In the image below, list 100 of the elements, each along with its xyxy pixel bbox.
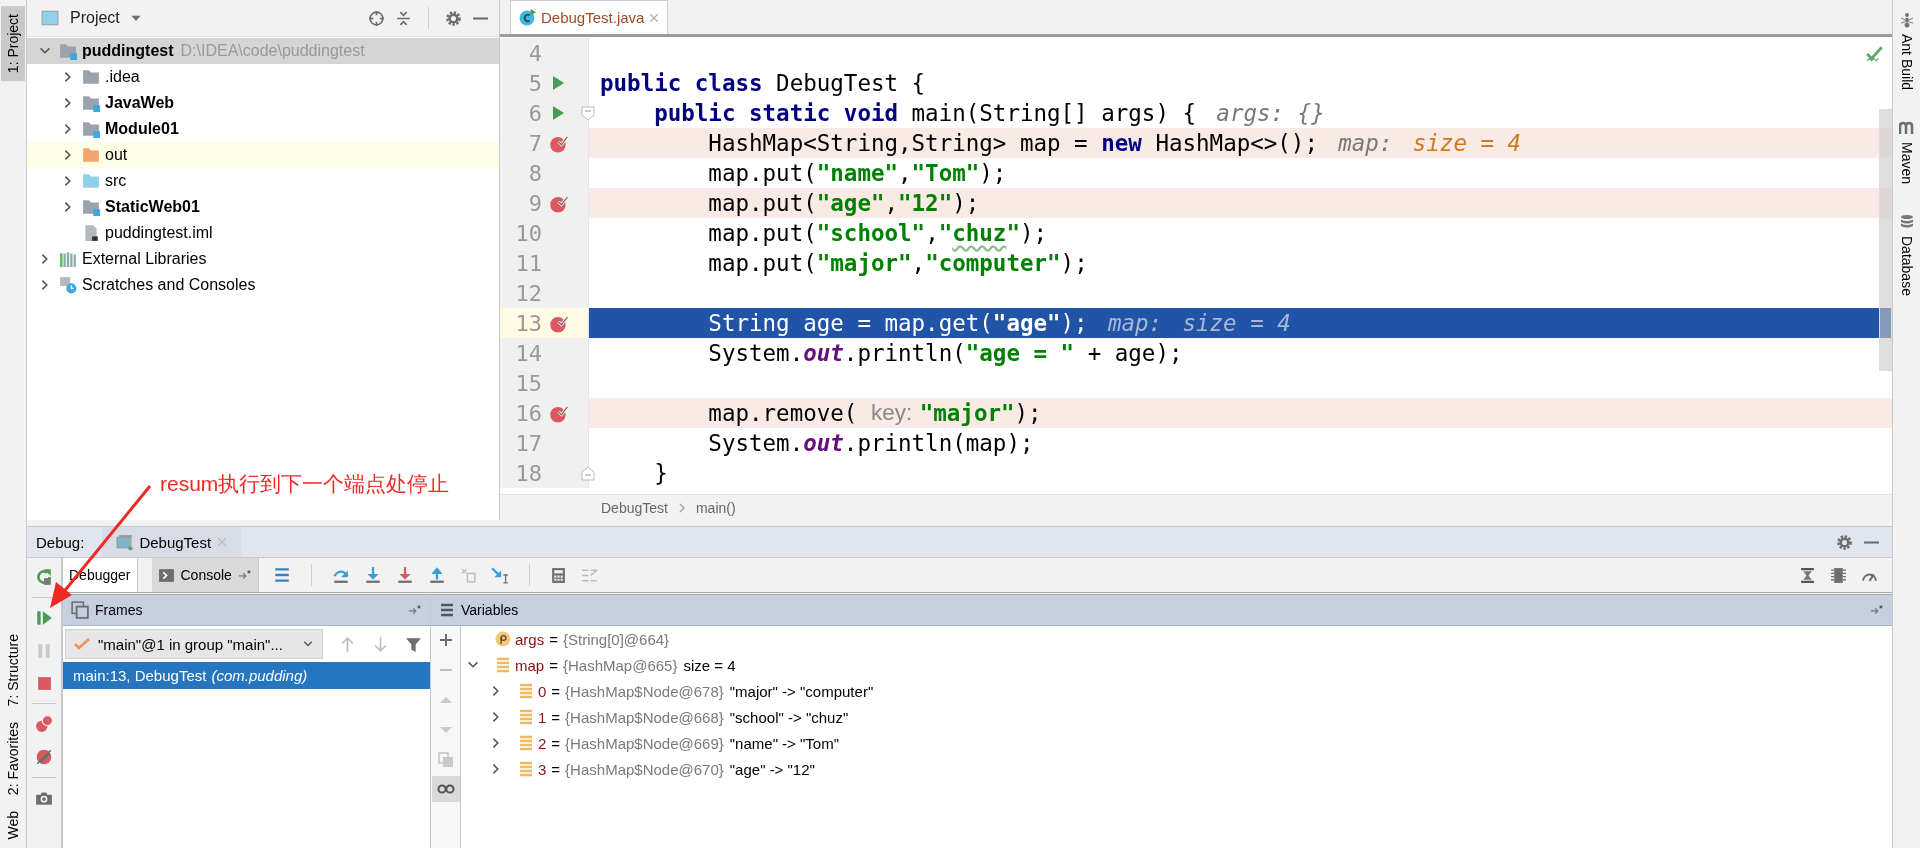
library-icon <box>59 250 77 268</box>
code-line: System.out.println(map); <box>707 429 1035 458</box>
run-icon[interactable] <box>550 105 566 121</box>
field-icon <box>518 761 534 777</box>
line-number: 15 <box>514 370 542 396</box>
module-folder-icon <box>82 198 100 216</box>
file-icon <box>82 224 100 242</box>
code-line: public static void main(String[] args) { args: {} <box>653 99 1326 128</box>
breakpoint-icon[interactable] <box>548 403 568 423</box>
project-path: D:\IDEA\code\puddingtest <box>180 42 365 60</box>
step-into-icon[interactable] <box>363 566 382 584</box>
locate-icon[interactable] <box>368 9 385 27</box>
tree-item[interactable]: Scratches and Consoles <box>27 272 499 298</box>
line-number: 13 <box>514 310 542 336</box>
line-number: 6 <box>527 100 542 126</box>
camera-icon[interactable] <box>35 789 53 807</box>
restore-layout-icon[interactable] <box>1799 566 1816 584</box>
memory-icon[interactable] <box>1830 566 1847 584</box>
variable-row[interactable]: 1 = {HashMap$Node@668} "school" -> "chuz" <box>461 704 1892 730</box>
breakpoint-icon[interactable] <box>548 313 568 333</box>
panel-title[interactable]: Project <box>70 9 120 27</box>
tool-window-tab[interactable]: Ant Build <box>1898 34 1915 91</box>
check-icon <box>74 636 90 652</box>
settings-icon[interactable] <box>1836 533 1853 551</box>
wave-icon[interactable] <box>1898 120 1915 137</box>
variable-row[interactable]: 2 = {HashMap$Node@669} "name" -> "Tom" <box>461 730 1892 756</box>
variable-row[interactable]: 0 = {HashMap$Node@678} "major" -> "computer" <box>461 678 1892 704</box>
menu-icon[interactable] <box>272 566 291 584</box>
settings-icon[interactable] <box>445 9 462 27</box>
tree-item[interactable]: Module01 <box>27 116 499 142</box>
pane-title: Variables <box>461 602 519 618</box>
module-folder-icon <box>82 120 100 138</box>
check-icon[interactable] <box>1866 45 1884 63</box>
tree-item[interactable]: .idea <box>27 64 499 90</box>
pin-icon[interactable] <box>1870 603 1884 617</box>
field-icon <box>518 735 534 751</box>
frame-item[interactable]: main:13, DebugTest (com.pudding) <box>63 662 430 689</box>
tool-window-tab[interactable]: Database <box>1898 236 1915 296</box>
tool-window-tab[interactable]: 7: Structure <box>1 625 25 715</box>
tree-item[interactable]: src <box>27 168 499 194</box>
tool-window-tab[interactable]: 2: Favorites <box>1 714 25 804</box>
debugger-tab[interactable]: Console <box>151 558 259 592</box>
line-number: 11 <box>514 250 542 276</box>
calculator-icon[interactable] <box>549 566 567 584</box>
breadcrumb[interactable]: main() <box>695 499 736 516</box>
force-step-into-icon[interactable] <box>395 566 414 584</box>
tree-item[interactable]: puddingtest.iml <box>27 220 499 246</box>
tree-item[interactable]: External Libraries <box>27 246 499 272</box>
folder-icon <box>82 146 100 164</box>
breakpoints-icon[interactable] <box>35 715 53 733</box>
line-number: 12 <box>514 280 542 306</box>
parameter-icon <box>495 631 511 647</box>
tree-item[interactable]: JavaWeb <box>27 90 499 116</box>
session-tab[interactable]: DebugTest <box>102 527 242 557</box>
pin-icon[interactable] <box>408 603 422 617</box>
filter-icon[interactable] <box>405 635 422 653</box>
tool-window-tab[interactable]: 1: Project <box>1 6 25 82</box>
line-number: 9 <box>527 190 542 216</box>
step-out-icon[interactable] <box>427 566 446 584</box>
tool-window-tab[interactable]: Web <box>1 803 25 848</box>
line-number: 17 <box>514 430 542 456</box>
run-to-cursor-icon[interactable] <box>490 566 509 584</box>
ant-icon[interactable] <box>1898 12 1915 28</box>
line-number: 16 <box>514 400 542 426</box>
module-folder-icon <box>82 94 100 112</box>
variable-row[interactable]: 3 = {HashMap$Node@670} "age" -> "12" <box>461 756 1892 782</box>
glasses-icon[interactable] <box>431 776 460 802</box>
line-number: 5 <box>527 70 542 96</box>
console-icon <box>157 566 175 584</box>
tree-item[interactable]: out <box>27 142 499 168</box>
line-number: 14 <box>514 340 542 366</box>
line-number: 7 <box>527 130 542 156</box>
close-icon[interactable] <box>649 12 660 23</box>
breakpoint-icon[interactable] <box>548 193 568 213</box>
resume-icon[interactable] <box>35 609 53 627</box>
stop-icon[interactable] <box>35 675 53 692</box>
line-number: 4 <box>527 40 542 66</box>
rerun-icon[interactable] <box>35 568 53 586</box>
line-number: 10 <box>514 220 542 246</box>
panel-icon <box>40 9 60 27</box>
scrollbar-thumb[interactable] <box>1879 109 1892 371</box>
breadcrumb[interactable]: DebugTest <box>601 499 668 516</box>
code-line: System.out.println("age = " + age); <box>707 339 1184 368</box>
pane-title: Frames <box>95 602 143 618</box>
thread-dropdown[interactable]: "main"@1 in group "main"... <box>65 629 323 659</box>
tree-item[interactable]: StaticWeb01 <box>27 194 499 220</box>
variable-row[interactable]: map = {HashMap@665} size = 4 <box>461 652 1892 678</box>
folder-icon <box>82 172 100 190</box>
variable-row[interactable]: args = {String[0]@664} <box>461 626 1892 652</box>
editor-tab[interactable]: DebugTest.java <box>510 0 669 34</box>
panel-title: Debug: <box>36 533 85 551</box>
tree-item[interactable]: puddingtest D:\IDEA\code\puddingtest <box>27 38 499 64</box>
mute-breakpoints-icon[interactable] <box>35 748 53 766</box>
pin-icon[interactable] <box>237 568 252 582</box>
code-line: public class DebugTest { <box>599 69 927 98</box>
breakpoint-icon[interactable] <box>548 133 568 153</box>
run-icon[interactable] <box>550 75 566 91</box>
plus-icon[interactable] <box>437 632 454 648</box>
collapse-icon[interactable] <box>395 9 412 27</box>
tool-window-tab[interactable]: Maven <box>1898 142 1915 185</box>
